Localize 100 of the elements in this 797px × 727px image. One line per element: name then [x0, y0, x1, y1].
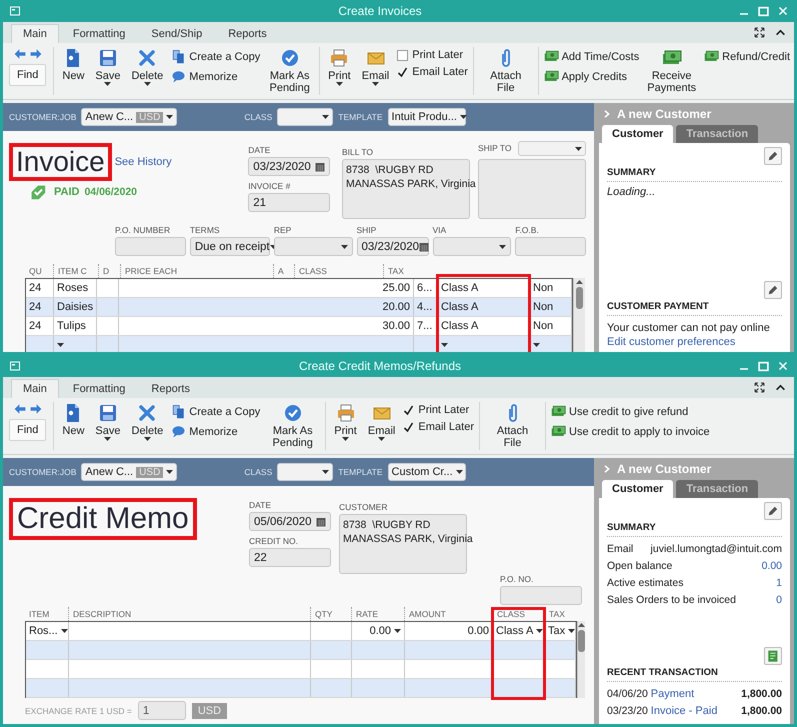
ribbon-tab[interactable]: Main	[11, 379, 59, 398]
class-dropdown[interactable]	[277, 108, 334, 126]
class-dropdown[interactable]	[277, 463, 334, 481]
input-field[interactable]: 21	[248, 193, 330, 212]
edit-button[interactable]	[764, 147, 782, 165]
panel-tab[interactable]: Customer	[602, 125, 674, 143]
toolbar-button[interactable]: Email	[364, 400, 398, 441]
toolbar-button[interactable]: Create a Copy	[171, 404, 260, 419]
table-dropdown[interactable]: Ros...	[26, 622, 69, 640]
checkbox[interactable]	[403, 404, 414, 416]
panel-tab[interactable]: Customer	[602, 480, 674, 498]
table-dropdown[interactable]	[54, 336, 97, 352]
edit-button[interactable]	[764, 281, 782, 299]
scrollbar-thumb[interactable]	[576, 287, 583, 309]
date-field[interactable]: 05/06/2020	[249, 512, 331, 531]
caret-icon	[166, 470, 174, 474]
ribbon-tab[interactable]: Reports	[139, 379, 202, 398]
maximize-icon[interactable]	[758, 360, 769, 372]
toolbar-button[interactable]: Mark As Pending	[265, 400, 320, 449]
toolbar-button[interactable]: New	[59, 45, 88, 82]
exchange-rate-field[interactable]: 1	[138, 701, 186, 720]
customer-job-dropdown[interactable]: Anew C... USD	[81, 463, 178, 481]
toolbar-button[interactable]: Refund/Credit	[704, 49, 790, 64]
left-arrow-icon[interactable]	[14, 403, 26, 415]
input-field[interactable]	[500, 586, 582, 605]
find-button[interactable]: Find	[9, 64, 46, 86]
find-button[interactable]: Find	[9, 419, 46, 441]
toolbar-button[interactable]: Receive Payments	[644, 45, 700, 94]
toolbar-button[interactable]: Memorize	[171, 69, 260, 84]
toolbar-button[interactable]: New	[59, 400, 88, 437]
ribbon-tab[interactable]: Reports	[216, 24, 279, 43]
chevron-right-icon[interactable]	[603, 109, 611, 119]
right-arrow-icon[interactable]	[30, 403, 42, 415]
chevron-up-icon[interactable]	[775, 382, 786, 393]
field-label: CREDIT NO.	[249, 536, 299, 546]
toolbar-button[interactable]: Delete	[128, 400, 166, 441]
scrollbar[interactable]	[573, 278, 585, 352]
toolbar-button[interactable]: Delete	[128, 45, 166, 86]
transaction-link[interactable]: Payment	[650, 688, 694, 700]
preferences-link[interactable]: Edit customer preferences	[607, 336, 736, 348]
input-field[interactable]: 22	[249, 548, 331, 567]
edit-button[interactable]	[764, 502, 782, 520]
table-dropdown[interactable]: Tax	[545, 622, 576, 640]
scrollbar[interactable]	[577, 621, 585, 698]
checkbox-label[interactable]: Email Later	[412, 66, 468, 78]
right-arrow-icon[interactable]	[30, 48, 42, 60]
toolbar-button[interactable]: Mark As Pending	[265, 45, 314, 94]
summary-link[interactable]: 0.00	[762, 558, 782, 575]
checkbox-label[interactable]: Email Later	[418, 421, 474, 433]
toolbar-button[interactable]: Add Time/Costs	[544, 49, 640, 64]
transaction-link[interactable]: Invoice - Paid	[650, 705, 718, 717]
input-field[interactable]	[515, 237, 586, 256]
checkbox[interactable]	[397, 50, 408, 60]
toolbar-button[interactable]: Use credit to give refund	[551, 404, 710, 419]
toolbar-button[interactable]: Save	[92, 45, 124, 86]
summary-link[interactable]: 0	[776, 592, 782, 609]
ribbon-tab[interactable]: Formatting	[60, 379, 138, 398]
toolbar-button[interactable]: Create a Copy	[171, 49, 260, 64]
caret-icon	[456, 470, 463, 474]
chevron-right-icon[interactable]	[603, 464, 611, 474]
customer-job-dropdown[interactable]: Anew C... USD	[81, 108, 178, 126]
table-cell: Class A	[438, 279, 530, 297]
checkbox[interactable]	[397, 66, 408, 78]
template-dropdown[interactable]: Custom Cr...	[388, 463, 466, 481]
expand-icon[interactable]	[754, 27, 765, 38]
ribbon-tab[interactable]: Main	[11, 24, 59, 43]
scrollbar-thumb[interactable]	[578, 630, 585, 652]
toolbar-button[interactable]: Attach File	[478, 45, 533, 94]
see-history-link[interactable]: See History	[114, 156, 172, 168]
close-icon[interactable]	[778, 6, 788, 16]
caret-icon	[57, 343, 64, 347]
toolbar-button[interactable]: Print	[325, 45, 354, 86]
scroll-up-arrow-icon[interactable]	[576, 280, 583, 284]
date-field[interactable]: 03/23/2020	[248, 157, 330, 176]
toolbar-button[interactable]: Save	[92, 400, 124, 441]
toolbar-button[interactable]: Apply Credits	[544, 69, 640, 84]
table-dropdown[interactable]: 0.00	[352, 622, 405, 640]
scroll-up-arrow-icon[interactable]	[578, 623, 585, 627]
input-field[interactable]	[115, 237, 186, 256]
checkbox-label[interactable]: Print Later	[412, 49, 464, 61]
maximize-icon[interactable]	[758, 6, 769, 16]
expand-icon[interactable]	[754, 382, 765, 393]
checkbox[interactable]	[403, 422, 414, 432]
ribbon-tab[interactable]: Send/Ship	[139, 24, 214, 43]
toolbar-button[interactable]: Memorize	[171, 424, 260, 439]
left-arrow-icon[interactable]	[14, 48, 26, 60]
summary-link[interactable]: 1	[776, 575, 782, 592]
toolbar-button[interactable]: Email	[358, 45, 392, 86]
checkbox-label[interactable]: Print Later	[418, 404, 470, 416]
ribbon-tab[interactable]: Formatting	[60, 24, 138, 43]
toolbar-button[interactable]: Use credit to apply to invoice	[551, 424, 710, 439]
toolbar-button[interactable]: Print	[331, 400, 360, 441]
table-dropdown[interactable]: Class A	[493, 622, 545, 640]
close-icon[interactable]	[778, 361, 788, 371]
template-dropdown[interactable]: Intuit Produ...	[388, 108, 466, 126]
toolbar-button[interactable]: Attach File	[485, 400, 540, 449]
table-dropdown[interactable]	[530, 336, 572, 352]
date-field[interactable]: 03/23/2020	[356, 237, 428, 256]
pages-icon	[171, 49, 186, 64]
chevron-up-icon[interactable]	[775, 27, 786, 38]
